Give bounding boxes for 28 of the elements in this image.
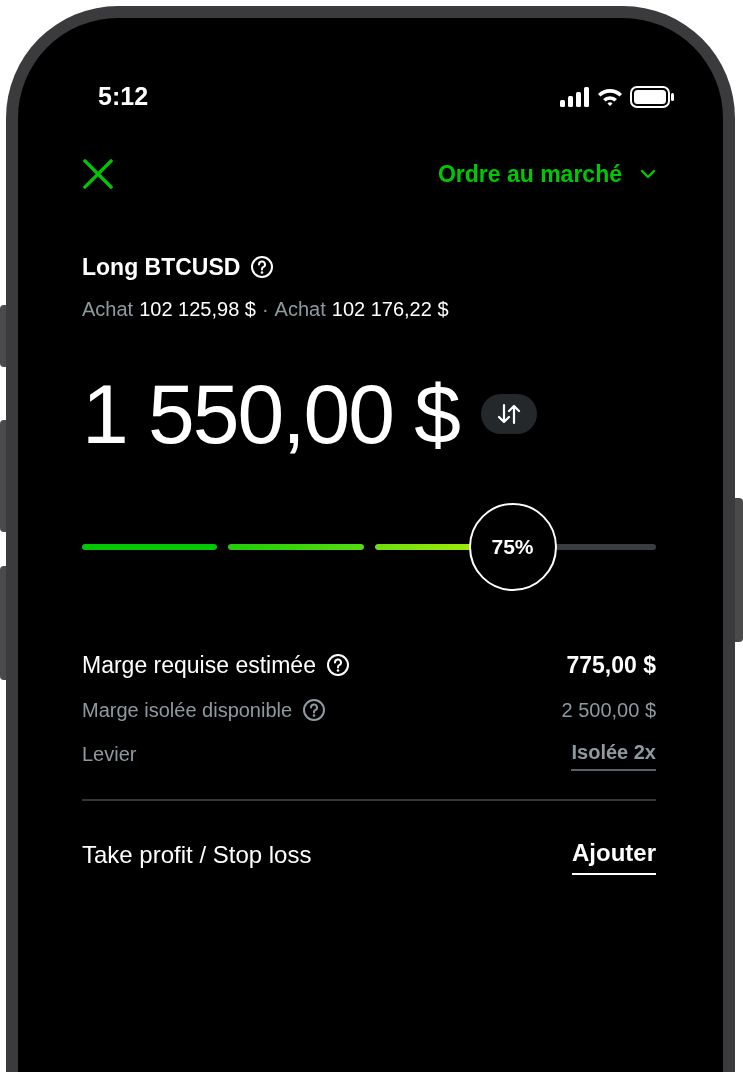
price-value: 102 176,22 $ bbox=[331, 297, 449, 322]
amount-value: 1 550,00 $ bbox=[82, 372, 460, 456]
price-value: 102 125,98 $ bbox=[139, 297, 256, 322]
order-type-dropdown[interactable]: Ordre au marché bbox=[437, 157, 656, 192]
detail-value: 2 500,00 $ bbox=[561, 697, 656, 723]
detail-value: 775,00 $ bbox=[566, 651, 656, 680]
battery-icon bbox=[630, 85, 674, 108]
swap-arrows-icon bbox=[497, 403, 522, 425]
take-profit-label: Take profit / Stop loss bbox=[82, 839, 312, 870]
leverage-link[interactable]: Isolée 2x bbox=[571, 736, 656, 771]
price-label: Achat bbox=[82, 297, 134, 322]
detail-label: Marge isolée disponible bbox=[82, 697, 293, 723]
price-label: Achat bbox=[274, 297, 326, 322]
signal-icon bbox=[560, 86, 590, 107]
wifi-icon bbox=[597, 86, 623, 107]
help-icon bbox=[250, 254, 275, 279]
add-link[interactable]: Ajouter bbox=[572, 834, 656, 875]
price-separator: · bbox=[261, 297, 269, 322]
status-time: 5:12 bbox=[98, 84, 149, 109]
slider[interactable]: 75% bbox=[82, 503, 656, 591]
detail-label: Levier bbox=[82, 741, 137, 767]
close-icon bbox=[82, 158, 114, 191]
swap-button[interactable] bbox=[481, 394, 538, 434]
detail-label: Marge requise estimée bbox=[82, 651, 316, 680]
slider-thumb[interactable]: 75% bbox=[468, 503, 557, 591]
position-title: Long BTCUSD bbox=[82, 252, 241, 282]
chevron-down-icon bbox=[640, 169, 656, 180]
close-button[interactable] bbox=[82, 158, 114, 191]
